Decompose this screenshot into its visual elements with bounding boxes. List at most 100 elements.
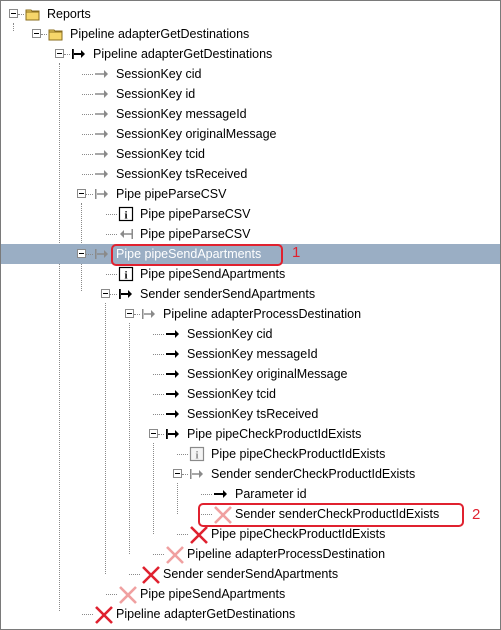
arrow-start-icon [71,46,87,62]
tree-node-sessionkey-originalmessage[interactable]: SessionKey originalMessage [1,124,500,144]
tree-node-pipe-pipesendapartments[interactable]: Pipe pipeSendApartments [1,584,500,604]
tree-node-pipe-pipecheckproductidexists[interactable]: Pipe pipeCheckProductIdExists [1,524,500,544]
gray-arrow-icon [94,66,110,82]
tree-node-pipe-pipecheckproductidexists[interactable]: Pipe pipeCheckProductIdExists [1,424,500,444]
black-arrow-icon [213,486,229,502]
tree-connector [177,454,188,455]
tree-node-label: Pipeline adapterProcessDestination [163,307,362,321]
collapse-toggle[interactable] [125,309,134,318]
tree-node-sessionkey-cid[interactable]: SessionKey cid [1,324,500,344]
collapse-toggle[interactable] [173,469,182,478]
tree-node-label: Reports [47,7,91,21]
tree-connector [158,434,164,435]
tree-connector [177,534,188,535]
tree-node-label: Pipe pipeSendApartments [140,587,286,601]
gray-arrow-icon [94,86,110,102]
tree-node-pipe-pipeparsecsv[interactable]: Pipe pipeParseCSV [1,184,500,204]
tree-connector [64,54,70,55]
tree-node-sessionkey-tsreceived[interactable]: SessionKey tsReceived [1,164,500,184]
tree-connector [153,334,164,335]
tree-connector [106,274,117,275]
tree-connector [41,34,47,35]
tree-node-pipe-pipecheckproductidexists[interactable]: i Pipe pipeCheckProductIdExists [1,444,500,464]
tree-connector [153,554,164,555]
tree-node-pipeline-adaptergetdestinations[interactable]: Pipeline adapterGetDestinations [1,44,500,64]
tree-node-sessionkey-messageid[interactable]: SessionKey messageId [1,344,500,364]
tree-connector [18,14,24,15]
tree-node-sessionkey-originalmessage[interactable]: SessionKey originalMessage [1,364,500,384]
tree-connector [110,294,117,295]
tree-node-sender-sendersendapartments[interactable]: Sender senderSendApartments [1,564,500,584]
tree-node-pipeline-adaptergetdestinations[interactable]: Pipeline adapterGetDestinations [1,604,500,624]
collapse-toggle[interactable] [32,29,41,38]
black-arrow-icon [165,386,181,402]
arrow-start-icon [165,426,181,442]
collapse-toggle[interactable] [55,49,64,58]
tree-node-sessionkey-tcid[interactable]: SessionKey tcid [1,384,500,404]
tree-node-pipe-pipesendapartments[interactable]: i Pipe pipeSendApartments [1,264,500,284]
tree-connector [82,114,93,115]
tree-connector [82,74,93,75]
light-x-icon [165,546,184,564]
svg-text:i: i [195,450,198,462]
tree-node-sender-sendersendapartments[interactable]: Sender senderSendApartments [1,284,500,304]
collapse-toggle[interactable] [101,289,110,298]
tree-node-label: SessionKey messageId [116,107,247,121]
black-arrow-icon [165,366,181,382]
tree-connector [182,474,188,475]
gray-arrow-icon [94,106,110,122]
tree-node-pipeline-adapterprocessdestination[interactable]: Pipeline adapterProcessDestination [1,544,500,564]
tree-node-sessionkey-tcid[interactable]: SessionKey tcid [1,144,500,164]
tree-node-label: Pipe pipeParseCSV [140,207,251,221]
tree-node-label: SessionKey tsReceived [187,407,319,421]
tree-node-pipe-pipeparsecsv[interactable]: i Pipe pipeParseCSV [1,204,500,224]
tree-node-reports[interactable]: Reports [1,4,500,24]
collapse-toggle[interactable] [149,429,158,438]
tree-node-sender-sendercheckproductidexists[interactable]: Sender senderCheckProductIdExists [1,464,500,484]
tree-node-parameter-id[interactable]: Parameter id [1,484,500,504]
folder-icon [48,26,64,42]
tree-connector [153,414,164,415]
tree-connector [82,154,93,155]
tree-node-pipeline-adaptergetdestinations[interactable]: Pipeline adapterGetDestinations [1,24,500,44]
tree-connector [82,134,93,135]
collapse-toggle[interactable] [77,189,86,198]
svg-text:i: i [124,270,127,282]
collapse-toggle[interactable] [77,249,86,258]
red-x-icon [189,526,208,544]
tree-node-label: SessionKey tcid [116,147,205,161]
annotation-number-2: 2 [472,506,481,523]
tree-node-sessionkey-tsreceived[interactable]: SessionKey tsReceived [1,404,500,424]
tree-connector [153,354,164,355]
return-arrow-icon [118,226,134,242]
tree-node-label: Parameter id [235,487,307,501]
tree-node-sessionkey-cid[interactable]: SessionKey cid [1,64,500,84]
tree-connector [201,494,212,495]
tree-node-pipe-pipeparsecsv[interactable]: Pipe pipeParseCSV [1,224,500,244]
tree-connector [82,174,93,175]
annotation-number-1: 1 [292,244,301,261]
tree-connector [129,574,140,575]
gray-arrow-start-icon [141,306,157,322]
tree-node-label: Sender senderCheckProductIdExists [211,467,416,481]
info-icon: i [118,266,134,282]
black-arrow-icon [165,346,181,362]
tree-node-sessionkey-id[interactable]: SessionKey id [1,84,500,104]
tree-node-label: Pipeline adapterGetDestinations [93,47,273,61]
tree-node-label: Pipe pipeCheckProductIdExists [211,527,386,541]
tree-node-label: Pipeline adapterProcessDestination [187,547,386,561]
collapse-toggle[interactable] [9,9,18,18]
svg-text:i: i [124,210,127,222]
tree-node-pipeline-adapterprocessdestination[interactable]: Pipeline adapterProcessDestination [1,304,500,324]
red-x-icon [141,566,160,584]
tree-connector [106,234,117,235]
tree-node-label: SessionKey cid [116,67,202,81]
annotation-box-1 [111,244,283,266]
gray-arrow-start-icon [94,186,110,202]
info-icon: i [118,206,134,222]
tree-node-sessionkey-messageid[interactable]: SessionKey messageId [1,104,500,124]
red-x-icon [94,606,113,624]
tree-node-label: Pipe pipeParseCSV [116,187,227,201]
tree-node-label: Pipeline adapterGetDestinations [116,607,296,621]
tree-view: Reports Pipeline adapterGetDestinations Pi… [0,0,501,630]
